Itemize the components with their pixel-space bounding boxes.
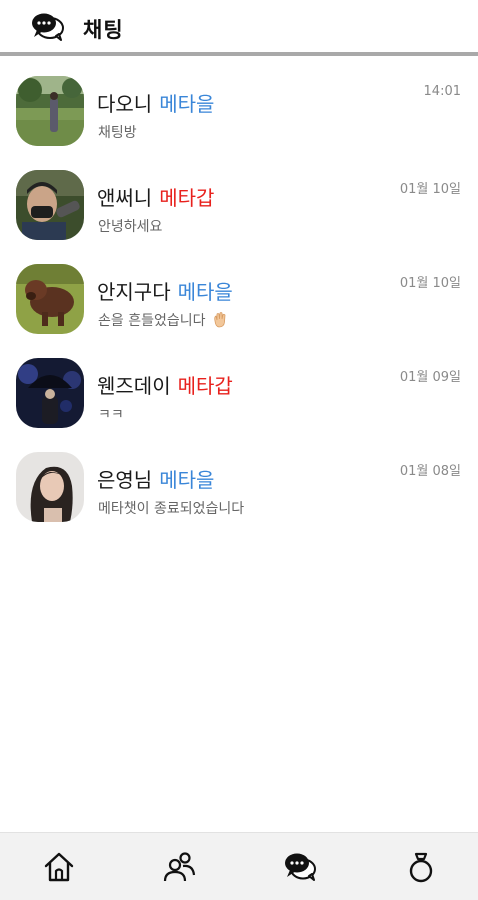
member-tag: 메타갑 [177, 374, 233, 398]
member-tag: 메타을 [177, 280, 233, 304]
home-icon [44, 852, 74, 882]
avatar [16, 170, 84, 240]
contact-name: 안지구다 [97, 280, 171, 304]
member-tag: 메타을 [159, 92, 215, 116]
message-preview: 안녕하세요 [98, 216, 162, 236]
message-preview: 채팅방 [98, 122, 137, 142]
preview-text: ㅋㅋ [98, 407, 124, 423]
people-icon [163, 852, 196, 882]
nav-chat-button[interactable] [282, 849, 318, 885]
contact-name: 앤써니 [97, 186, 153, 210]
nav-ring-button[interactable] [403, 849, 439, 885]
chat-screen: 채팅 다오니 메타을 채팅방 14:01 앤써니 메타갑 안녕하세요 01월 1… [0, 0, 478, 900]
ring-icon [409, 852, 433, 883]
avatar [16, 358, 84, 428]
timestamp: 01월 10일 [399, 182, 461, 197]
preview-text: 메타챗이 종료되었습니다 [98, 501, 245, 517]
timestamp: 01월 09일 [399, 370, 461, 385]
masked-man-photo [16, 170, 84, 240]
chat-bubbles-icon [285, 853, 316, 881]
bottom-nav [0, 832, 478, 900]
woman-portrait-photo [16, 452, 84, 522]
waving-hand-icon [213, 312, 225, 328]
avatar [16, 76, 84, 146]
chat-bubbles-icon [32, 13, 64, 41]
avatar [16, 452, 84, 522]
chat-item-anthony[interactable]: 앤써니 메타갑 안녕하세요 01월 10일 [0, 150, 478, 244]
chat-title: 은영님 메타을 [97, 464, 214, 492]
chat-title: 웬즈데이 메타갑 [97, 370, 233, 398]
nav-home-button[interactable] [41, 849, 77, 885]
timestamp: 01월 10일 [399, 276, 461, 291]
chat-title: 앤써니 메타갑 [97, 182, 214, 210]
message-preview: 메타챗이 종료되었습니다 [98, 498, 244, 518]
contact-name: 웬즈데이 [97, 374, 171, 398]
preview-text: 채팅방 [98, 125, 137, 141]
message-preview: ㅋㅋ [98, 404, 124, 424]
preview-text: 안녕하세요 [98, 219, 163, 235]
dog-on-grass-photo [16, 264, 84, 334]
chat-title: 안지구다 메타을 [97, 276, 233, 304]
chat-item-wednesday[interactable]: 웬즈데이 메타갑 ㅋㅋ 01월 09일 [0, 338, 478, 432]
timestamp: 14:01 [423, 84, 461, 99]
nav-people-button[interactable] [161, 849, 197, 885]
member-tag: 메타갑 [159, 186, 215, 210]
member-tag: 메타을 [159, 468, 215, 492]
page-title: 채팅 [83, 18, 124, 42]
chat-item-eunyoung[interactable]: 은영님 메타을 메타챗이 종료되었습니다 01월 08일 [0, 432, 478, 526]
preview-text: 손을 흔들었습니다 [98, 313, 206, 329]
avatar [16, 264, 84, 334]
golf-course-photo [16, 76, 84, 146]
contact-name: 은영님 [97, 468, 153, 492]
header-bar: 채팅 [0, 0, 478, 54]
message-preview: 손을 흔들었습니다 [98, 310, 229, 330]
umbrella-night-photo [16, 358, 84, 428]
chat-item-anjiguda[interactable]: 안지구다 메타을 손을 흔들었습니다 01월 10일 [0, 244, 478, 338]
contact-name: 다오니 [97, 92, 153, 116]
timestamp: 01월 08일 [399, 464, 461, 479]
chat-item-daoni[interactable]: 다오니 메타을 채팅방 14:01 [0, 56, 478, 150]
chat-title: 다오니 메타을 [97, 88, 214, 116]
